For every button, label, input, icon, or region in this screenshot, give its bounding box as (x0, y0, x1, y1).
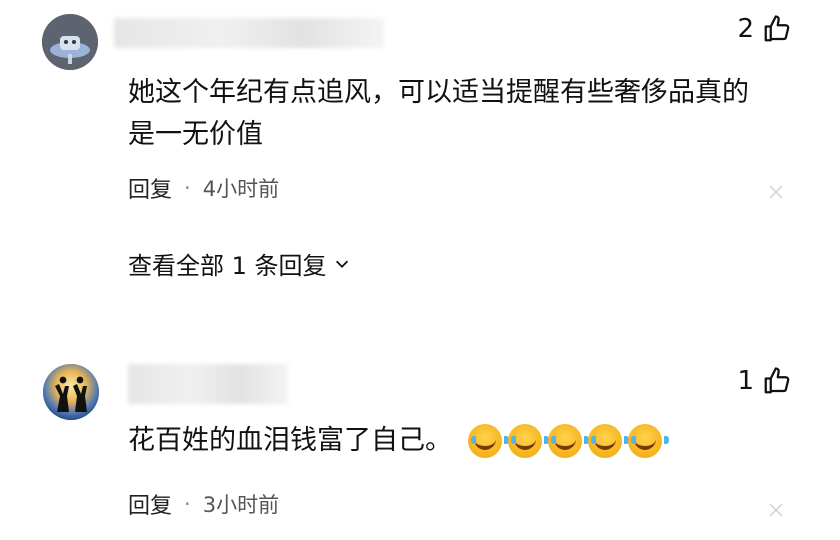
laugh-cry-emoji (468, 424, 509, 458)
username-blurred (128, 364, 288, 404)
like-count: 1 (737, 366, 754, 396)
like-count: 2 (737, 14, 754, 44)
timestamp: 3小时前 (202, 493, 280, 517)
comment-item: 1 花百姓的血泪钱富了自己。 回复 · 3小时前 (0, 350, 840, 540)
close-icon (769, 503, 783, 517)
dismiss-button[interactable] (766, 500, 786, 520)
laugh-cry-emoji (628, 424, 669, 458)
like-button[interactable]: 1 (737, 366, 792, 396)
view-replies-button[interactable]: 查看全部 1 条回复 (128, 246, 351, 281)
chevron-down-icon (335, 260, 348, 268)
avatar[interactable] (43, 364, 99, 420)
avatar-icon (42, 14, 98, 70)
comment-meta: 回复 · 4小时前 (128, 172, 279, 204)
laugh-cry-emoji (508, 424, 549, 458)
laugh-cry-emoji (548, 424, 589, 458)
reply-button[interactable]: 回复 (128, 172, 172, 204)
username-blurred (114, 18, 384, 48)
reply-button[interactable]: 回复 (128, 488, 172, 520)
view-replies-label: 查看全部 1 条回复 (128, 252, 327, 280)
like-button[interactable]: 2 (737, 14, 792, 44)
dismiss-button[interactable] (766, 182, 786, 202)
emoji-group (462, 424, 669, 458)
comment-text-line: 是一无价值 (128, 119, 263, 150)
thumbs-up-icon (764, 15, 790, 42)
comment-meta: 回复 · 3小时前 (128, 488, 279, 520)
separator: · (184, 176, 191, 200)
comment-text-line: 她这个年纪有点追风，可以适当提醒有些奢侈品真的 (128, 77, 749, 108)
close-icon (769, 185, 783, 199)
avatar[interactable] (42, 14, 98, 70)
timestamp: 4小时前 (202, 177, 280, 201)
comment-text: 她这个年纪有点追风，可以适当提醒有些奢侈品真的 是一无价值 (128, 72, 780, 156)
avatar-icon (43, 364, 99, 420)
laugh-cry-emoji (588, 424, 629, 458)
comment-text-line: 花百姓的血泪钱富了自己。 (128, 425, 452, 456)
comment-item: 2 她这个年纪有点追风，可以适当提醒有些奢侈品真的 是一无价值 回复 · 4小时… (0, 0, 840, 320)
separator: · (184, 492, 191, 516)
comment-text: 花百姓的血泪钱富了自己。 (128, 420, 780, 462)
thumbs-up-icon (764, 367, 790, 394)
